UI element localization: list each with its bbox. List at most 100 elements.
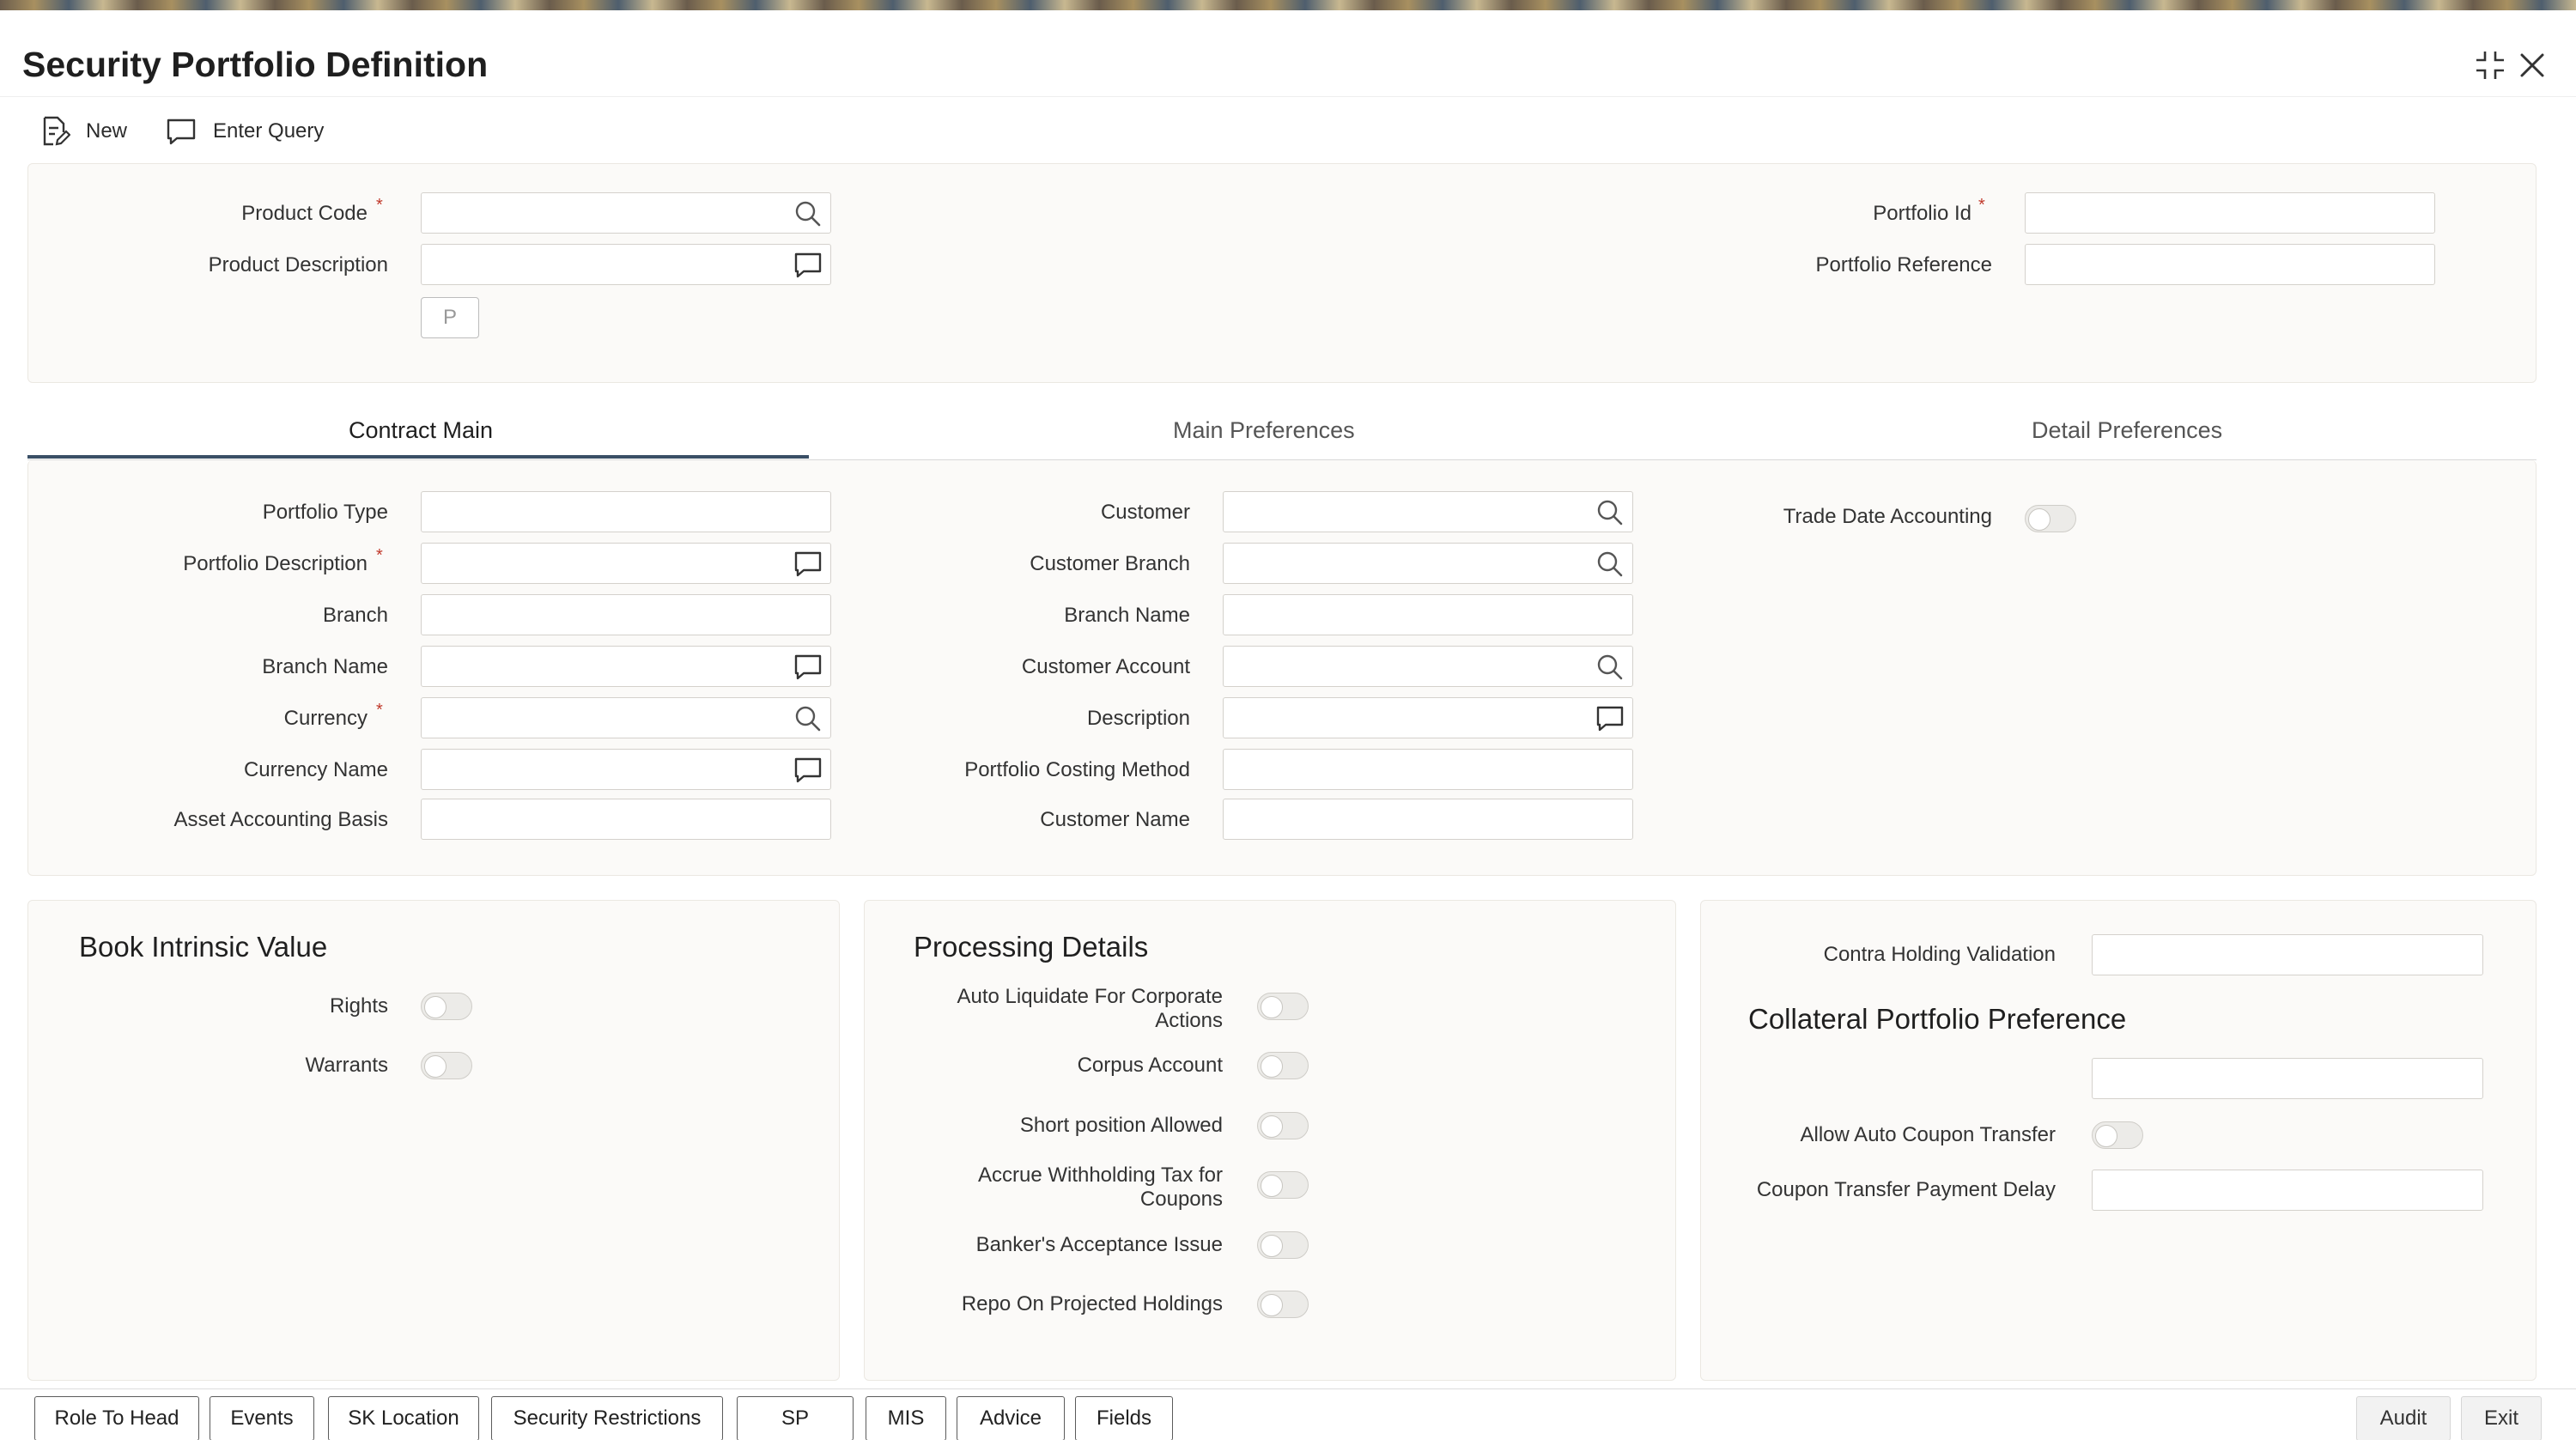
advice-button[interactable]: Advice xyxy=(957,1396,1065,1440)
repo-projected-toggle[interactable] xyxy=(1257,1291,1309,1318)
auto-liquidate-label: Auto Liquidate For Corporate Actions xyxy=(957,985,1223,1033)
tab-contract-main[interactable]: Contract Main xyxy=(349,417,493,444)
repo-projected-label: Repo On Projected Holdings xyxy=(961,1292,1223,1315)
product-description-label: Product Description xyxy=(208,253,388,276)
collateral-preference-field[interactable] xyxy=(2092,1058,2483,1099)
sp-price-button[interactable]: SP Price xyxy=(737,1396,854,1440)
customer-label: Customer xyxy=(1100,501,1190,524)
fields-button[interactable]: Fields xyxy=(1075,1396,1173,1440)
coupon-delay-label: Coupon Transfer Payment Delay xyxy=(1756,1178,2056,1201)
active-tab-indicator xyxy=(27,455,809,459)
book-intrinsic-heading: Book Intrinsic Value xyxy=(79,931,328,963)
search-icon[interactable] xyxy=(1595,549,1625,580)
page-title: Security Portfolio Definition xyxy=(22,45,489,84)
required-marker: * xyxy=(376,546,383,565)
customer-account-label: Customer Account xyxy=(1021,655,1190,678)
p-button[interactable]: P xyxy=(421,297,479,338)
audit-button[interactable]: Audit xyxy=(2356,1396,2451,1440)
role-to-head-button[interactable]: Role To Head xyxy=(34,1396,199,1440)
new-button[interactable]: New xyxy=(38,112,127,150)
currency-field[interactable] xyxy=(421,697,831,738)
customer-branch-field[interactable] xyxy=(1223,543,1633,584)
required-marker: * xyxy=(376,196,383,215)
portfolio-description-field[interactable] xyxy=(421,543,831,584)
auto-liquidate-label-line2: Actions xyxy=(1155,1009,1223,1032)
search-icon[interactable] xyxy=(1595,497,1625,528)
accrue-wht-label-line2: Coupons xyxy=(1139,1188,1223,1211)
branch-name-field[interactable] xyxy=(421,646,831,687)
portfolio-type-field[interactable] xyxy=(421,491,831,532)
accrue-wht-toggle[interactable] xyxy=(1257,1171,1309,1199)
branch-label: Branch xyxy=(322,604,388,627)
search-icon[interactable] xyxy=(793,198,823,229)
description-label: Description xyxy=(1086,707,1190,730)
exit-button[interactable]: Exit xyxy=(2461,1396,2542,1440)
customer-field[interactable] xyxy=(1223,491,1633,532)
enter-query-button[interactable]: Enter Query xyxy=(165,112,324,150)
branch-field[interactable] xyxy=(421,594,831,635)
portfolio-id-field[interactable] xyxy=(2025,192,2435,234)
auto-liquidate-toggle[interactable] xyxy=(1257,993,1309,1020)
required-marker: * xyxy=(1978,196,1985,215)
short-position-toggle[interactable] xyxy=(1257,1112,1309,1139)
customer-branch-name-field[interactable] xyxy=(1223,594,1633,635)
contra-holding-field[interactable] xyxy=(2092,934,2483,975)
customer-name-field[interactable] xyxy=(1223,799,1633,840)
product-code-label: Product Code xyxy=(241,202,368,225)
corpus-account-toggle[interactable] xyxy=(1257,1052,1309,1079)
corpus-account-label: Corpus Account xyxy=(1077,1054,1223,1077)
product-code-field[interactable] xyxy=(421,192,831,234)
description-field[interactable] xyxy=(1223,697,1633,738)
comment-icon[interactable] xyxy=(793,549,823,580)
rights-label: Rights xyxy=(329,994,388,1018)
toolbar: New Enter Query xyxy=(0,96,2576,165)
branch-name-label: Branch Name xyxy=(262,655,388,678)
decorative-banner xyxy=(0,0,2576,10)
accrue-wht-label: Accrue Withholding Tax for Coupons xyxy=(978,1164,1223,1212)
required-marker: * xyxy=(376,701,383,720)
product-description-field[interactable] xyxy=(421,244,831,285)
processing-details-heading: Processing Details xyxy=(914,931,1149,963)
portfolio-type-label: Portfolio Type xyxy=(262,501,388,524)
warrants-toggle[interactable] xyxy=(421,1052,472,1079)
rights-toggle[interactable] xyxy=(421,993,472,1020)
tab-main-preferences[interactable]: Main Preferences xyxy=(1173,417,1355,444)
comment-icon[interactable] xyxy=(793,250,823,281)
book-intrinsic-panel xyxy=(27,900,840,1381)
bankers-acceptance-toggle[interactable] xyxy=(1257,1231,1309,1259)
currency-name-field[interactable] xyxy=(421,749,831,790)
search-icon[interactable] xyxy=(1595,652,1625,683)
portfolio-description-label: Portfolio Description xyxy=(183,552,368,575)
comment-icon[interactable] xyxy=(1595,703,1625,734)
minimize-icon[interactable] xyxy=(2473,48,2507,82)
tab-detail-preferences[interactable]: Detail Preferences xyxy=(2032,417,2222,444)
comment-icon[interactable] xyxy=(793,652,823,683)
allow-auto-coupon-label: Allow Auto Coupon Transfer xyxy=(1800,1123,2056,1146)
portfolio-id-label: Portfolio Id xyxy=(1873,202,1971,225)
contra-holding-label: Contra Holding Validation xyxy=(1823,943,2056,966)
portfolio-reference-field[interactable] xyxy=(2025,244,2435,285)
currency-label: Currency xyxy=(283,707,368,730)
asset-accounting-basis-field[interactable] xyxy=(421,799,831,840)
events-button[interactable]: Events xyxy=(210,1396,314,1440)
coupon-delay-field[interactable] xyxy=(2092,1170,2483,1211)
close-icon[interactable] xyxy=(2515,48,2549,82)
mis-button[interactable]: MIS xyxy=(866,1396,946,1440)
collateral-heading: Collateral Portfolio Preference xyxy=(1748,1003,2127,1035)
allow-auto-coupon-toggle[interactable] xyxy=(2092,1121,2143,1149)
security-restrictions-button[interactable]: Security Restrictions xyxy=(491,1396,723,1440)
comment-icon[interactable] xyxy=(793,755,823,786)
new-button-label: New xyxy=(86,119,128,143)
sk-location-button[interactable]: SK Location xyxy=(328,1396,479,1440)
trade-date-accounting-toggle[interactable] xyxy=(2025,505,2076,532)
warrants-label: Warrants xyxy=(305,1054,388,1077)
enter-query-icon xyxy=(167,118,196,145)
search-icon[interactable] xyxy=(793,703,823,734)
new-document-icon xyxy=(43,116,70,146)
asset-accounting-basis-label: Asset Accounting Basis xyxy=(173,808,388,831)
customer-name-label: Customer Name xyxy=(1040,808,1190,831)
enter-query-button-label: Enter Query xyxy=(213,119,325,143)
customer-account-field[interactable] xyxy=(1223,646,1633,687)
portfolio-costing-method-field[interactable] xyxy=(1223,749,1633,790)
bankers-acceptance-label: Banker's Acceptance Issue xyxy=(975,1233,1223,1256)
